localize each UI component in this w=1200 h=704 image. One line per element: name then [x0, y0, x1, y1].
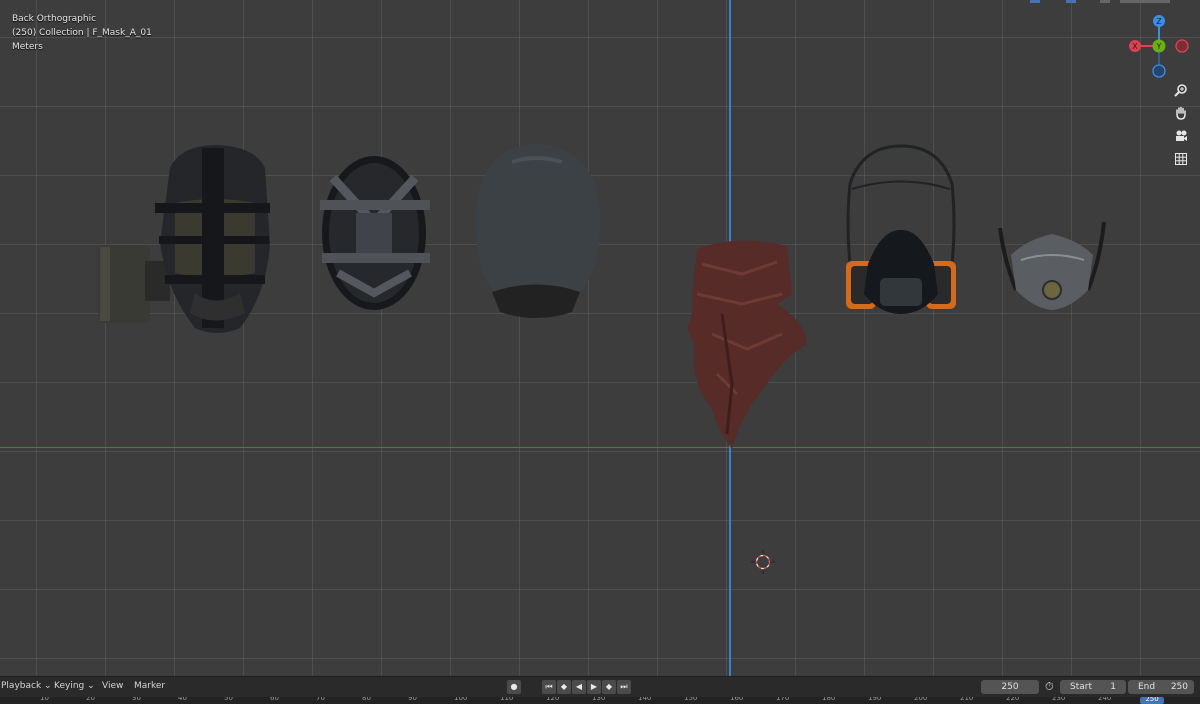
record-icon: ●: [510, 682, 518, 691]
ruler-tick: 220: [1006, 697, 1020, 702]
gas-mask-object[interactable]: [95, 143, 275, 338]
ruler-tick: 240: [1098, 697, 1112, 702]
ruler-tick: 110: [500, 697, 514, 702]
cloth-scarf-object[interactable]: [682, 234, 812, 454]
ruler-tick: 30: [132, 697, 141, 702]
hand-pan-icon[interactable]: [1171, 103, 1191, 123]
ruler-tick: 230: [1052, 697, 1066, 702]
timeline-header: Playback ⌄ Keying ⌄ View Marker ● ⏮ ◆ ◀ …: [0, 676, 1200, 697]
ruler-tick: 200: [914, 697, 928, 702]
ruler-tick: 140: [638, 697, 652, 702]
ruler-tick: 160: [730, 697, 744, 702]
grid-icon[interactable]: [1171, 149, 1191, 169]
jump-end-icon: ⏭: [620, 682, 628, 691]
gizmo-neg-z: [1152, 64, 1166, 78]
gizmo-z-label: Z: [1156, 17, 1162, 26]
ruler-tick: 130: [592, 697, 606, 702]
camera-icon[interactable]: [1171, 126, 1191, 146]
ruler-tick: 50: [224, 697, 233, 702]
end-frame-field[interactable]: End 250: [1128, 680, 1194, 694]
units-label: Meters: [12, 42, 43, 52]
ruler-tick: 90: [408, 697, 417, 702]
balaclava-object[interactable]: [472, 142, 604, 322]
end-value: 250: [1170, 682, 1188, 692]
ruler-tick: 100: [454, 697, 468, 702]
gizmo-neg-y: [1175, 39, 1189, 53]
jump-to-end-button[interactable]: ⏭: [617, 680, 631, 694]
keying-menu[interactable]: Keying ⌄: [54, 681, 95, 691]
ruler-tick: 60: [270, 697, 279, 702]
play-reverse-icon: ◀: [575, 682, 583, 691]
record-keyframes-button[interactable]: ●: [507, 680, 521, 694]
current-frame-indicator[interactable]: 250: [1140, 697, 1164, 704]
stopwatch-icon[interactable]: ⏱: [1045, 680, 1054, 694]
header-icons: [1000, 0, 1180, 4]
prev-keyframe-icon: ◆: [560, 682, 568, 691]
current-frame-field[interactable]: 250: [981, 680, 1039, 694]
chevron-down-icon: ⌄: [87, 681, 95, 691]
x-axis-line: [0, 447, 1200, 448]
start-label: Start: [1070, 682, 1092, 692]
chevron-down-icon: ⌄: [44, 681, 52, 691]
ruler-tick: 170: [776, 697, 790, 702]
start-value: 1: [1110, 682, 1116, 692]
start-frame-field[interactable]: Start 1: [1060, 680, 1126, 694]
marker-menu[interactable]: Marker: [134, 681, 165, 691]
ruler-tick: 210: [960, 697, 974, 702]
jump-start-icon: ⏮: [545, 682, 553, 691]
playback-menu[interactable]: Playback ⌄: [1, 681, 52, 691]
ruler-tick: 10: [40, 697, 49, 702]
3d-viewport[interactable]: Back Orthographic (250) Collection | F_M…: [0, 0, 1200, 676]
ruler-tick: 150: [684, 697, 698, 702]
ruler-tick: 190: [868, 697, 882, 702]
play-icon: ▶: [590, 682, 598, 691]
play-reverse-button[interactable]: ◀: [572, 680, 586, 694]
next-keyframe-button[interactable]: ◆: [602, 680, 616, 694]
view-name: Back Orthographic: [12, 14, 97, 24]
gizmo-y-label: Y: [1156, 42, 1162, 51]
dust-respirator-object[interactable]: [996, 220, 1108, 312]
end-label: End: [1138, 682, 1156, 692]
jump-to-start-button[interactable]: ⏮: [542, 680, 556, 694]
ruler-tick: 180: [822, 697, 836, 702]
frame-ruler[interactable]: 10 20 30 40 50 60 70 80 90 100 110 120 130 140 150 160 1…: [0, 697, 1200, 704]
next-keyframe-icon: ◆: [605, 682, 613, 691]
ruler-tick: 40: [178, 697, 187, 702]
gizmo-x-label: X: [1132, 42, 1138, 51]
collection-info: (250) Collection | F_Mask_A_01: [12, 28, 152, 38]
previous-keyframe-button[interactable]: ◆: [557, 680, 571, 694]
view-menu[interactable]: View: [102, 681, 123, 691]
zoom-icon[interactable]: [1171, 80, 1191, 100]
orientation-gizmo[interactable]: X Y Z: [1122, 8, 1192, 82]
full-face-mask-object[interactable]: [318, 153, 433, 313]
ruler-tick: 120: [546, 697, 560, 702]
ruler-tick: 20: [86, 697, 95, 702]
ruler-tick: 80: [362, 697, 371, 702]
play-button[interactable]: ▶: [587, 680, 601, 694]
3d-cursor[interactable]: [751, 550, 775, 574]
half-respirator-object[interactable]: [842, 144, 960, 316]
ruler-tick: 70: [316, 697, 325, 702]
